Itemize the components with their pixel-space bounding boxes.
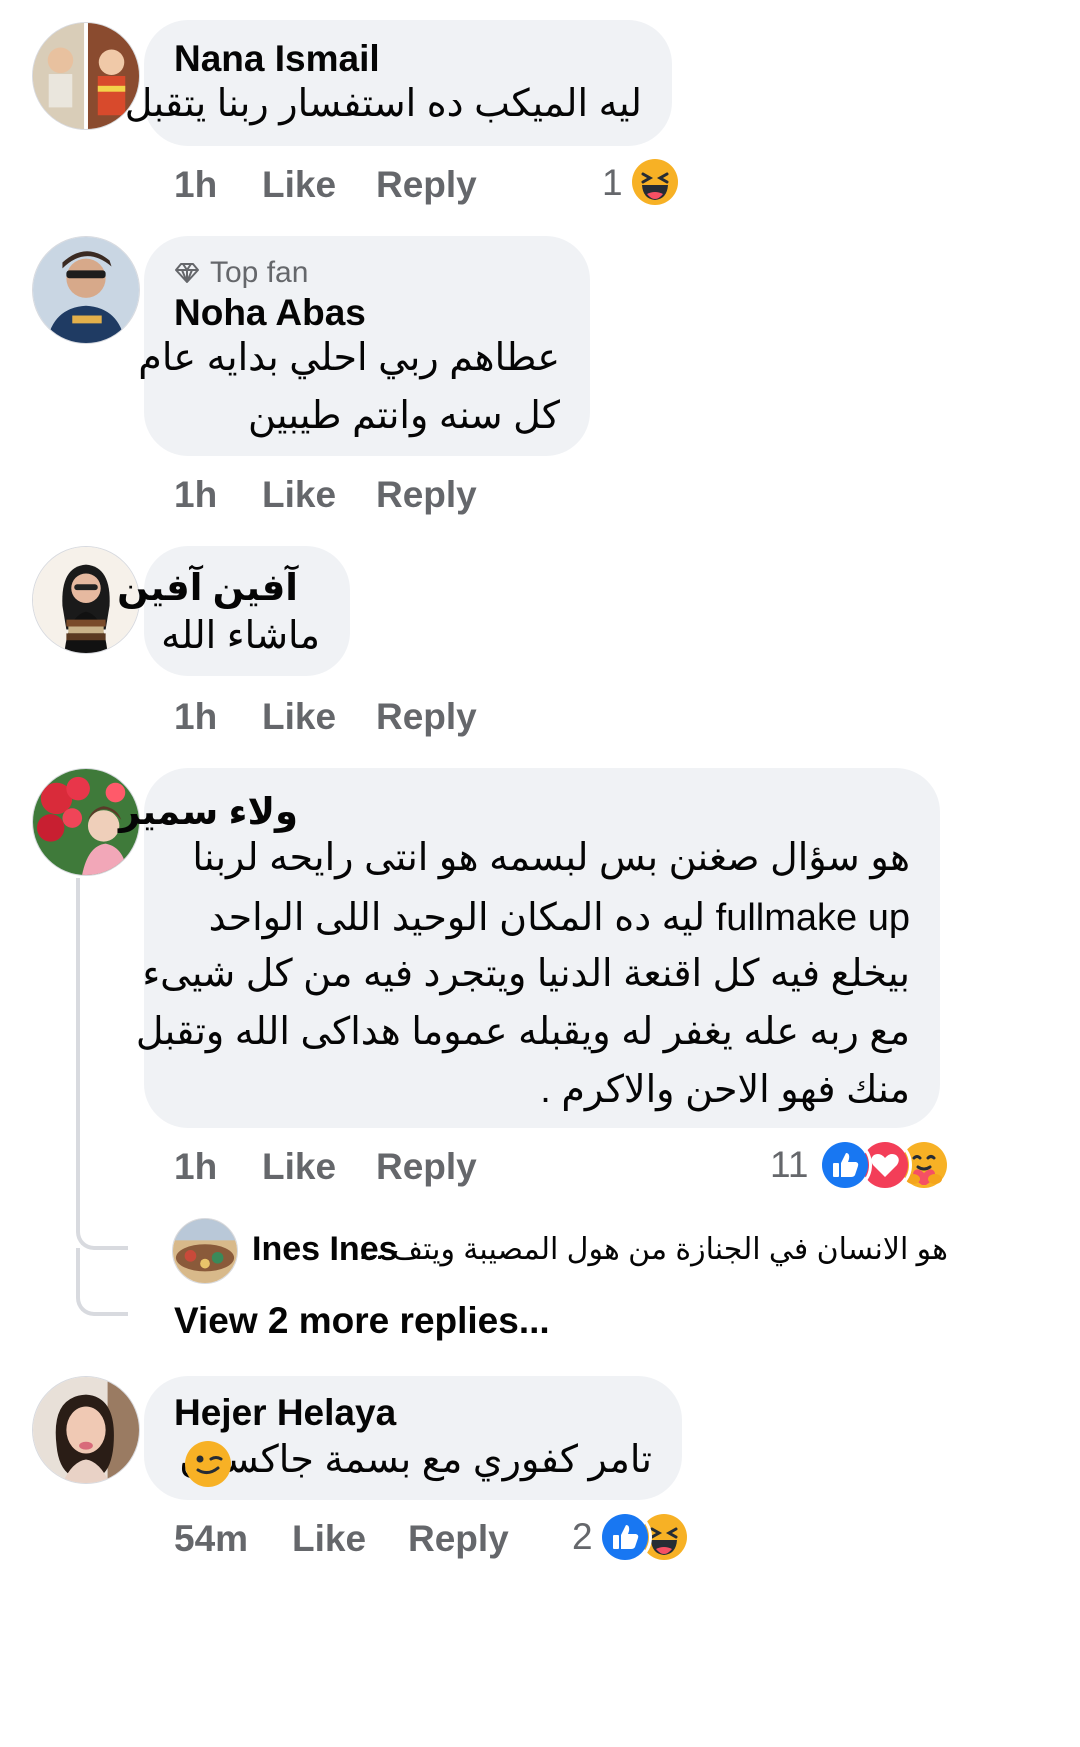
- comment-text-line: هو سؤال صغنن بس لبسمه هو انتى رايحه لربن…: [192, 837, 910, 879]
- reply-button[interactable]: Reply: [376, 164, 477, 206]
- avatar[interactable]: [172, 1218, 238, 1284]
- comment-text-line: كل سنه وانتم طيبين: [247, 395, 560, 437]
- comment-text: ليه الميكب ده استفسار ربنا يتقبل: [124, 83, 642, 125]
- reply-button[interactable]: Reply: [376, 1146, 477, 1188]
- like-icon: [818, 1138, 872, 1192]
- badge-label: Top fan: [210, 256, 309, 289]
- comment-author[interactable]: آفين آفين: [117, 566, 298, 609]
- reply-button[interactable]: Reply: [408, 1518, 509, 1560]
- comment-time[interactable]: 1h: [174, 1146, 217, 1188]
- comment-text-line: عطاهم ربي احلي بدايه عام: [138, 337, 560, 379]
- comment-time[interactable]: 1h: [174, 474, 217, 516]
- like-button[interactable]: Like: [292, 1518, 366, 1560]
- comment-text-line: fullmake up ليه ده المكان الوحيد اللى ال…: [208, 897, 910, 939]
- thread-line: [76, 878, 80, 1128]
- comment-text: تامر كفوري مع بسمة جاكسون: [179, 1439, 652, 1481]
- like-button[interactable]: Like: [262, 164, 336, 206]
- diamond-icon: [175, 263, 199, 283]
- reaction-count: 11: [770, 1144, 809, 1185]
- comment-text: ماشاء الله: [161, 615, 320, 657]
- like-button[interactable]: Like: [262, 1146, 336, 1188]
- comment-text-line: مع ربه عله يغفر له ويقبله عموما هداكى ال…: [135, 1011, 910, 1053]
- comment-time[interactable]: 1h: [174, 164, 217, 206]
- like-icon: [598, 1510, 652, 1564]
- comment-text-line: بيخلع فيه كل اقنعة الدنيا ويتجرد فيه من …: [142, 953, 910, 995]
- reply-snippet: هو الانسان في الجنازة من هول المصيبة ويت…: [358, 1233, 948, 1266]
- reply-button[interactable]: Reply: [376, 474, 477, 516]
- thread-connector: [76, 1128, 128, 1250]
- thread-connector: [76, 1248, 128, 1316]
- like-button[interactable]: Like: [262, 474, 336, 516]
- view-more-replies-link[interactable]: View 2 more replies...: [174, 1300, 550, 1342]
- reaction-count: 2: [572, 1516, 593, 1557]
- top-fan-badge: Top fan: [174, 256, 308, 290]
- comment-time[interactable]: 1h: [174, 696, 217, 738]
- avatar[interactable]: [32, 1376, 140, 1484]
- like-button[interactable]: Like: [262, 696, 336, 738]
- avatar[interactable]: [32, 236, 140, 344]
- wink-icon: [184, 1440, 232, 1488]
- comment-time[interactable]: 54m: [174, 1518, 248, 1560]
- reply-button[interactable]: Reply: [376, 696, 477, 738]
- comment-text-line: منك فهو الاحن والاكرم .: [540, 1069, 910, 1111]
- haha-icon: [628, 155, 682, 209]
- reaction-count: 1: [602, 162, 623, 203]
